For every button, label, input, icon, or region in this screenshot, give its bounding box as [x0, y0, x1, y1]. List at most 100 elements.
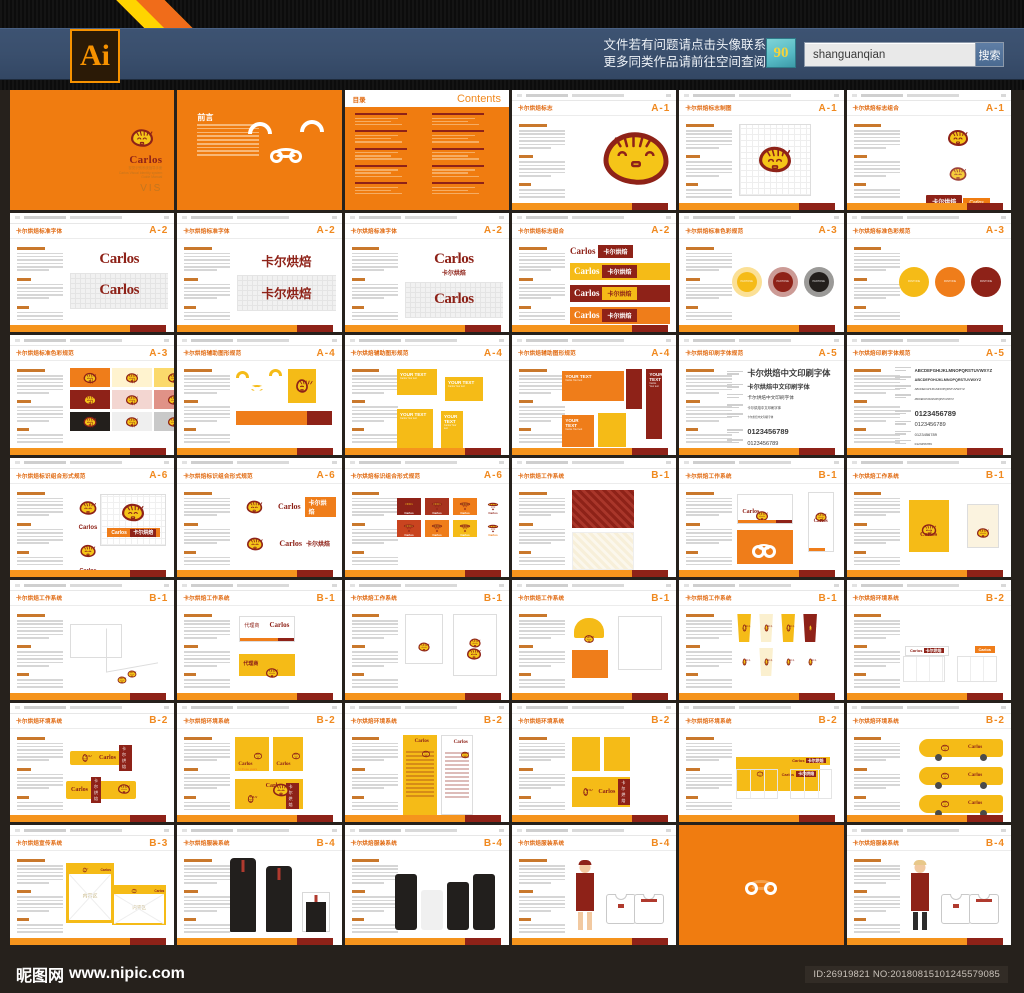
page-thumbnail[interactable]: 卡尔烘焙环境系统 B-2 Carlos 卡尔烘焙 Carlos	[846, 580, 1014, 703]
page-header: 卡尔烘焙印刷字体规范 A-5	[846, 346, 1011, 361]
page-code: A-4	[651, 347, 671, 359]
page-content: Carlos 卡尔烘焙 Carlos 卡尔烘焙	[679, 729, 843, 816]
page-header: 卡尔烘焙环境系统 B-2	[846, 713, 1011, 729]
page-code: A-1	[651, 102, 671, 114]
page-title: 卡尔烘焙环境系统	[183, 718, 230, 725]
page-thumbnail[interactable]: 卡尔烘焙标准字体 A-2 Carlos 卡尔烘焙 Carlos	[344, 212, 512, 335]
page-thumbnail[interactable]: 卡尔烘焙辅助图形规范 A-4	[177, 335, 345, 458]
page-footer-bar	[846, 447, 1011, 455]
page-thumbnail[interactable]: 卡尔烘焙宣传系统 B-3 Carlos 内容区 Carlos 内容区	[10, 825, 178, 948]
page-content: Carlos Carlos	[10, 239, 174, 326]
page-thumbnail[interactable]: 卡尔烘焙服装系统 B-4	[846, 825, 1014, 948]
page-content: YOUR TEXT Carlos Your text YOUR TEXT Carl…	[345, 361, 509, 453]
page-thumbnail[interactable]: 卡尔烘焙辅助图形规范 A-4 YOUR TEXT Carlos Your tex…	[344, 335, 512, 458]
logo-box-grid: Carlos Carlos Carlos Carlos Carlos Carlo…	[396, 497, 501, 537]
page-thumbnail[interactable]: 卡尔烘焙环境系统 B-2 Carlos 卡尔烘焙 Carlos 卡尔烘焙	[679, 702, 847, 825]
page-thumbnail[interactable]: 卡尔烘焙服装系统 B-4	[344, 825, 512, 948]
page-thumbnail[interactable]: 卡尔烘焙标准色彩规范 A-3 PANTONE PANTONE PANTONE	[679, 212, 847, 335]
page-thumbnail[interactable]: 卡尔烘焙标准字体 A-2 卡尔烘焙 卡尔烘焙	[177, 212, 345, 335]
body-copy-block	[184, 614, 231, 689]
body-copy-block	[686, 246, 733, 322]
search-button[interactable]: 搜索	[975, 43, 1003, 66]
adobe-illustrator-icon: Ai	[70, 29, 120, 83]
page-thumbnail[interactable]: 卡尔烘焙标志组合 A-2 Carlos 卡尔烘焙 Carlos 卡尔烘焙 Car…	[511, 212, 680, 335]
page-header: 卡尔烘焙环境系统 B-2	[177, 713, 342, 729]
page-thumbnail[interactable]: 卡尔烘焙环境系统 B-2 Carlos 卡尔烘焙	[511, 702, 680, 825]
page-thumbnail[interactable]: 卡尔烘焙标识组合形式规范 A-6 Carlos 卡尔烘焙 Carlos 卡尔烘焙…	[177, 457, 345, 580]
page-thumbnail[interactable]: 卡尔烘焙环境系统 B-2 Carlos Carlos Carlos	[846, 702, 1014, 825]
layout-card: YOUR TEXT Carlos Your text	[396, 369, 437, 395]
search-input[interactable]	[805, 43, 975, 66]
page-header: 卡尔烘焙工作系统 B-1	[679, 591, 844, 606]
cup-mockup	[781, 614, 795, 642]
uniform-dress	[420, 889, 443, 930]
bun-mascot-icon	[246, 500, 263, 513]
page-thumbnail[interactable]: 卡尔烘焙标志组合 A-1 卡尔烘焙 Carlos	[846, 90, 1014, 213]
color-grid-row	[70, 368, 175, 387]
search-bar[interactable]: 搜索	[804, 42, 1004, 67]
body-copy-block	[351, 614, 398, 689]
page-header: 卡尔烘焙标识组合形式规范 A-6	[10, 468, 175, 484]
page-content: Carlos Carlos 卡尔烘焙 Carlos 卡尔烘焙	[10, 484, 174, 574]
polo-shirt-back	[634, 893, 665, 924]
page-thumbnail[interactable]: 卡尔烘焙环境系统 B-2 Carlos Carlos	[344, 702, 512, 825]
page-thumbnail[interactable]: 卡尔烘焙标识组合形式规范 A-6 Carlos Carlos 卡尔烘焙 Carl…	[10, 457, 178, 580]
logo-box-sample: Carlos	[452, 497, 477, 515]
bun-mascot-icon	[940, 744, 949, 751]
page-thumbnail[interactable]: 卡尔烘焙印刷字体规范 A-5 卡尔烘焙中文印刷字体 卡尔烘焙中文印刷字体 卡尔烘…	[679, 335, 847, 458]
page-thumbnail[interactable]: 目录 Contents	[344, 90, 512, 213]
page-thumbnail[interactable]: 卡尔烘焙工作系统 B-1	[511, 457, 680, 580]
page-title: 卡尔烘焙环境系统	[16, 718, 63, 725]
color-swatch-rings: PANTONE PANTONE PANTONE	[731, 266, 834, 297]
color-swatch-solids: PANTONE PANTONE PANTONE	[898, 266, 1001, 297]
page-thumbnail[interactable]: 卡尔烘焙标识组合形式规范 A-6 Carlos Carlos Carlos Ca…	[344, 457, 512, 580]
page-footer-bar	[344, 447, 509, 455]
body-copy-block	[184, 246, 231, 322]
page-thumbnail[interactable]: 卡尔烘焙标志 A-1	[511, 90, 680, 213]
staff-figure	[574, 859, 596, 930]
page-thumbnail[interactable]: 卡尔烘焙服装系统 B-4	[511, 825, 680, 948]
page-thumbnail[interactable]: 卡尔烘焙印刷字体规范 A-5 ABCDEFGHIJKLMNOPQRSTUVWXY…	[846, 335, 1014, 458]
page-thumbnail[interactable]: 卡尔烘焙工作系统 B-1	[511, 580, 680, 703]
type-specimen-cn: 卡尔烘焙中文印刷字体 卡尔烘焙中文印刷字体 卡尔烘焙中文印刷字体 卡尔烘焙中文印…	[727, 367, 837, 455]
body-copy-block	[184, 491, 231, 567]
page-thumbnail[interactable]: 卡尔烘焙环境系统 B-2 Carlos 卡尔烘焙 Carlos 卡尔烘焙	[10, 702, 178, 825]
bun-mascot-icon	[132, 888, 138, 893]
page-thumbnail[interactable]: 卡尔烘焙工作系统 B-1 代理商 Carlos 代理商	[177, 580, 345, 703]
uniform-dress	[394, 873, 417, 930]
page-thumbnail[interactable]: 卡尔烘焙服装系统 B-4	[177, 825, 345, 948]
page-thumbnail[interactable]: 卡尔烘焙工作系统 B-1	[344, 580, 512, 703]
page-thumbnail[interactable]: 卡尔烘焙标准色彩规范 A-3	[10, 335, 178, 458]
page-thumbnail[interactable]: 卡尔烘焙工作系统 B-1	[679, 580, 847, 703]
page-thumbnail[interactable]: 卡尔烘焙标志制图 A-1	[679, 90, 847, 213]
bun-mascot-icon	[583, 787, 593, 796]
page-header: 卡尔烘焙标准色彩规范 A-3	[10, 346, 175, 361]
page-thumbnail[interactable]: 卡尔烘焙环境系统 B-2 Carlos In those years Carlo…	[177, 702, 345, 825]
page-thumbnail[interactable]: 前言	[177, 90, 345, 213]
page-title: 卡尔烘焙服装系统	[183, 841, 230, 847]
page-thumbnail[interactable]: 卡尔烘焙工作系统 B-1 Carlos	[846, 457, 1014, 580]
page-thumbnail[interactable]: 卡尔烘焙工作系统 B-1	[10, 580, 178, 703]
page-header: 卡尔烘焙工作系统 B-1	[679, 468, 844, 484]
page-content: PANTONE PANTONE PANTONE	[847, 239, 1011, 326]
body-copy-block	[518, 124, 565, 199]
bun-mascot-icon	[418, 642, 430, 652]
body-copy-block	[351, 491, 398, 567]
bun-mascot-icon	[79, 500, 97, 515]
page-code: B-1	[985, 470, 1005, 481]
cup-set	[736, 614, 836, 676]
page-thumbnail[interactable]: Carlos 视觉识别系统指导手册 Carlos Visual Identity…	[10, 90, 178, 213]
cup-mockup	[759, 614, 773, 642]
bun-mascot-icon	[266, 668, 279, 678]
page-thumbnail[interactable]: 卡尔烘焙辅助图形规范 A-4 YOUR TEXT Carlos Your tex…	[511, 335, 680, 458]
page-thumbnail[interactable]	[679, 825, 847, 948]
avatar[interactable]: 90	[766, 38, 796, 68]
page-thumbnail[interactable]: 卡尔烘焙标准字体 A-2 Carlos Carlos	[10, 212, 178, 335]
page-title: 卡尔烘焙标志组合	[852, 106, 900, 112]
page-code: B-2	[985, 715, 1005, 726]
page-title: 卡尔烘焙工作系统	[16, 596, 63, 602]
page-thumbnail[interactable]: 卡尔烘焙标准色彩规范 A-3 PANTONE PANTONE PANTONE	[846, 212, 1014, 335]
page-content	[177, 851, 341, 938]
page-thumbnail[interactable]: 卡尔烘焙工作系统 B-1 Carlos Carlos	[679, 457, 847, 580]
page-footer-bar	[679, 325, 844, 332]
